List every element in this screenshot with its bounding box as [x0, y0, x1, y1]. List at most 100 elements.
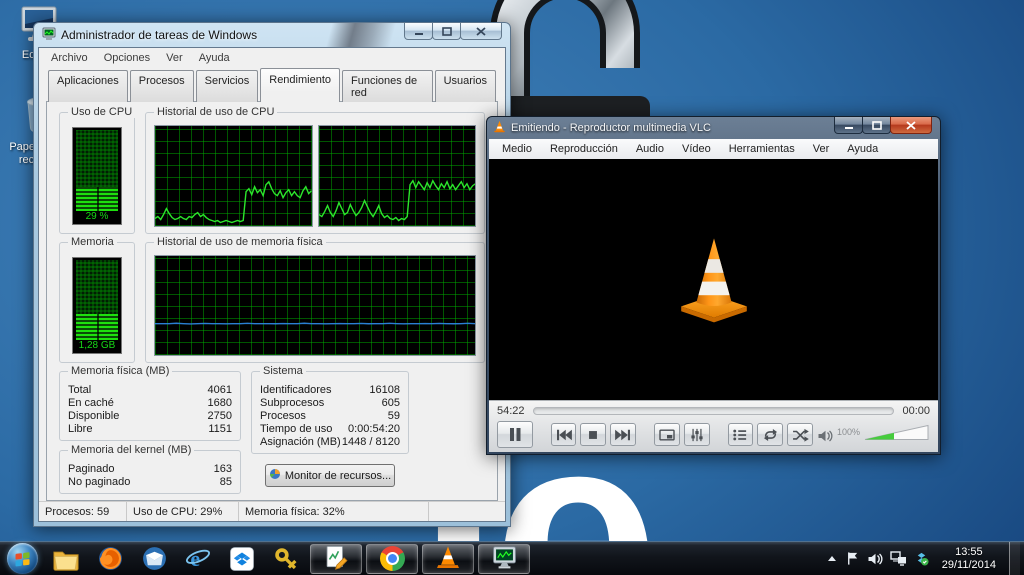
- minimize-button[interactable]: [404, 23, 433, 40]
- minimize-button[interactable]: [834, 117, 863, 134]
- stat-row: Total 4061: [68, 384, 232, 396]
- stat-row: No paginado 85: [68, 476, 232, 488]
- taskbar-notes-app-button[interactable]: [310, 543, 362, 574]
- task-manager-titlebar[interactable]: Administrador de tareas de Windows: [34, 23, 510, 47]
- vlc-cone-icon: [493, 120, 506, 136]
- volume-tray-icon[interactable]: [867, 552, 883, 566]
- task-manager-icon: [42, 27, 56, 44]
- speaker-icon[interactable]: [817, 429, 833, 446]
- kernel-memory-group: Memoria del kernel (MB) Paginado 163 No pa…: [59, 444, 241, 494]
- taskbar-internet-explorer-icon[interactable]: e: [178, 542, 218, 575]
- taskbar-vlc-button[interactable]: [422, 543, 474, 574]
- tab-funciones-de-red[interactable]: Funciones de red: [342, 70, 433, 102]
- taskbar-firefox-icon[interactable]: [90, 542, 130, 575]
- desktop: ie Equipo: [0, 0, 1024, 575]
- pause-button[interactable]: [497, 421, 533, 448]
- maximize-button[interactable]: [862, 117, 891, 134]
- vlc-menu-reproduccion[interactable]: Reproducción: [541, 141, 627, 157]
- cpu-history-graph-core1: [154, 125, 313, 227]
- taskmgr-menu-opciones[interactable]: Opciones: [96, 50, 158, 66]
- taskbar-clock[interactable]: 13:55 29/11/2014: [936, 546, 1002, 572]
- kernel-memory-group-label: Memoria del kernel (MB): [68, 444, 195, 456]
- fullscreen-button[interactable]: [654, 423, 680, 446]
- start-button[interactable]: [0, 542, 44, 575]
- stat-row: Procesos 59: [260, 410, 400, 422]
- maximize-button[interactable]: [432, 23, 461, 40]
- task-manager-window: Administrador de tareas de Windows Archi…: [33, 22, 511, 527]
- dropbox-tray-icon[interactable]: [914, 551, 929, 566]
- playlist-button[interactable]: [727, 423, 754, 446]
- show-hidden-icons-button[interactable]: [826, 554, 838, 564]
- memory-group: Memoria 1,28 GB: [59, 235, 135, 363]
- close-button[interactable]: [460, 23, 502, 40]
- resource-monitor-button[interactable]: Monitor de recursos...: [265, 464, 395, 487]
- cpu-history-group-label: Historial de uso de CPU: [154, 106, 278, 118]
- notes-app-icon: [323, 544, 349, 573]
- vlc-cone-icon: [435, 544, 461, 573]
- taskbar-task-manager-button[interactable]: [478, 543, 530, 574]
- tab-aplicaciones[interactable]: Aplicaciones: [48, 70, 128, 102]
- stat-row: En caché 1680: [68, 397, 232, 409]
- vlc-menu-medio[interactable]: Medio: [493, 141, 541, 157]
- close-button[interactable]: [890, 117, 932, 134]
- remaining-time: 00:00: [902, 404, 930, 417]
- taskbar-keepass-icon[interactable]: [266, 542, 306, 575]
- status-processes: Procesos: 59: [39, 502, 127, 521]
- task-manager-client: Archivo Opciones Ver Ayuda Aplicaciones Proc…: [38, 47, 506, 522]
- tab-usuarios[interactable]: Usuarios: [434, 70, 496, 102]
- show-desktop-button[interactable]: [1009, 541, 1020, 575]
- vlc-controls-panel: 54:22 00:00 100%: [489, 400, 938, 452]
- task-manager-statusbar: Procesos: 59 Uso de CPU: 29% Memoria fís…: [39, 501, 505, 521]
- window-title: Administrador de tareas de Windows: [61, 28, 258, 42]
- vlc-menu-herramientas[interactable]: Herramientas: [720, 141, 804, 157]
- stat-row: Paginado 163: [68, 463, 232, 475]
- seek-slider[interactable]: [532, 406, 895, 415]
- taskbar: e 13:55 29/11/2014: [0, 541, 1024, 575]
- resource-monitor-label: Monitor de recursos...: [284, 469, 392, 482]
- volume-slider[interactable]: [864, 424, 930, 444]
- stop-button[interactable]: [580, 423, 607, 446]
- taskmgr-menu-ayuda[interactable]: Ayuda: [191, 50, 238, 66]
- memory-gauge: 1,28 GB: [72, 256, 122, 354]
- action-center-icon[interactable]: [845, 551, 860, 566]
- windows-logo-icon: [6, 543, 38, 574]
- taskbar-chrome-button[interactable]: [366, 543, 418, 574]
- vlc-menu-video[interactable]: Vídeo: [673, 141, 720, 157]
- loop-button[interactable]: [757, 423, 784, 446]
- status-empty-pane: [429, 502, 505, 521]
- taskmgr-menu-archivo[interactable]: Archivo: [43, 50, 96, 66]
- taskbar-explorer-icon[interactable]: [46, 542, 86, 575]
- tab-rendimiento[interactable]: Rendimiento: [260, 68, 341, 102]
- task-manager-tab-strip: Aplicaciones Procesos Servicios Rendimiento…: [46, 68, 498, 102]
- physical-memory-group-label: Memoria física (MB): [68, 365, 173, 377]
- random-button[interactable]: [787, 423, 813, 446]
- extended-settings-button[interactable]: [683, 423, 710, 446]
- task-manager-icon: [491, 544, 518, 573]
- network-tray-icon[interactable]: [890, 551, 907, 566]
- tab-servicios[interactable]: Servicios: [195, 70, 259, 102]
- taskmgr-menu-ver[interactable]: Ver: [158, 50, 191, 66]
- tab-procesos[interactable]: Procesos: [129, 70, 194, 102]
- cpu-usage-group-label: Uso de CPU: [68, 106, 136, 118]
- vlc-video-area[interactable]: [489, 159, 938, 400]
- vlc-menubar: Medio Reproducción Audio Vídeo Herramientas V…: [489, 139, 938, 159]
- next-button[interactable]: [610, 423, 637, 446]
- stat-row: Identificadores 16108: [260, 384, 400, 396]
- vlc-menu-ver[interactable]: Ver: [804, 141, 839, 157]
- vlc-menu-audio[interactable]: Audio: [627, 141, 673, 157]
- stat-row: Libre 1151: [68, 423, 232, 435]
- window-title: Emitiendo - Reproductor multimedia VLC: [511, 122, 711, 134]
- taskbar-dropbox-icon[interactable]: [222, 542, 262, 575]
- vlc-menu-ayuda[interactable]: Ayuda: [838, 141, 887, 157]
- vlc-titlebar[interactable]: Emitiendo - Reproductor multimedia VLC: [487, 117, 940, 139]
- system-group: Sistema Identificadores 16108 Subprocesos 6…: [251, 365, 409, 454]
- chrome-icon: [379, 546, 405, 571]
- previous-button[interactable]: [550, 423, 577, 446]
- elapsed-time: 54:22: [497, 404, 525, 417]
- svg-text:e: e: [190, 546, 200, 571]
- cpu-usage-gauge: 29 %: [72, 127, 122, 225]
- taskbar-thunderbird-icon[interactable]: [134, 542, 174, 575]
- status-cpu-usage: Uso de CPU: 29%: [127, 502, 239, 521]
- stat-row: Tiempo de uso 0:00:54:20: [260, 423, 400, 435]
- clock-date: 29/11/2014: [941, 558, 996, 571]
